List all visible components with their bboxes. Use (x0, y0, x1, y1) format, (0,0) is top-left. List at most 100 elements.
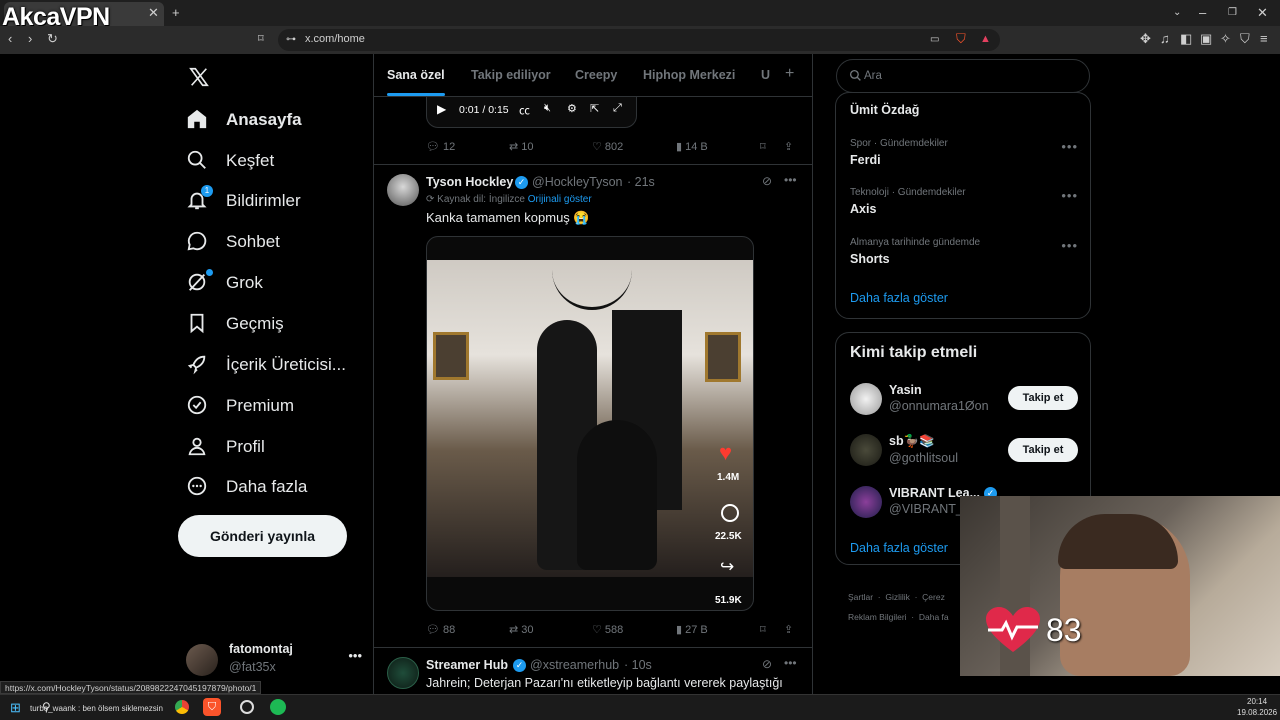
obs-icon[interactable] (240, 700, 254, 714)
heart-icon[interactable]: ♥ (719, 440, 732, 466)
tab-u[interactable]: U (761, 68, 770, 82)
url-field[interactable]: ⊶ x.com/home ▭ ⛉ ▲ (278, 29, 1000, 51)
views-button[interactable]: ▮ 27 B (676, 623, 708, 636)
tweet-author-handle[interactable]: @HockleyTyson (532, 175, 623, 189)
footer-link[interactable]: Şartlar (848, 592, 873, 602)
footer-link[interactable]: Gizlilik (885, 592, 910, 602)
bookmark-page-icon[interactable]: ⌑ (258, 32, 264, 46)
cast-icon[interactable]: ▭ (930, 33, 939, 47)
settings-icon[interactable]: ⚙ (567, 102, 577, 115)
tab-for-you[interactable]: Sana özel (387, 68, 445, 82)
brave-shield-icon[interactable]: ⛉ (956, 32, 966, 46)
nav-profile[interactable]: Profil (186, 430, 265, 464)
nav-grok[interactable]: Grok (186, 266, 263, 300)
nav-chat[interactable]: Sohbet (186, 225, 280, 259)
extensions-icon[interactable]: ✥ (1140, 32, 1151, 46)
views-button[interactable]: ▮ 14 B (676, 140, 708, 153)
share-arrow-icon[interactable]: ↪ (720, 557, 734, 577)
chevron-down-icon[interactable]: ⌄ (1173, 6, 1181, 20)
nav-bookmarks[interactable]: Geçmiş (186, 307, 284, 341)
leo-icon[interactable]: ✧ (1220, 32, 1231, 46)
site-info-icon[interactable]: ⊶ (286, 33, 296, 47)
grok-explain-icon[interactable]: ⊘ (762, 174, 772, 188)
account-switcher[interactable]: fatomontaj @fat35x ••• (186, 640, 362, 680)
brave-rewards-icon[interactable]: ▲ (980, 32, 991, 46)
tweet-media[interactable]: ♥ 1.4M 22.5K ↪ 51.9K (426, 236, 754, 611)
show-original-link[interactable]: Orijinali göster (528, 194, 592, 205)
repost-button[interactable]: ⇄ 30 (509, 623, 534, 636)
follow-name[interactable]: sb🦆📚 (889, 434, 935, 449)
nav-more[interactable]: Daha fazla (186, 470, 307, 504)
more-dots-icon[interactable]: ••• (348, 648, 362, 663)
show-more-link[interactable]: Daha fazla göster (850, 541, 948, 555)
tweet-author-name[interactable]: Streamer Hub (426, 658, 508, 672)
sidebar-icon[interactable]: ◧ (1180, 32, 1192, 46)
footer-link[interactable]: Reklam Bilgileri (848, 612, 907, 622)
fullscreen-icon[interactable]: ⤢ (613, 102, 622, 115)
tweet-time[interactable]: · 21s (627, 175, 655, 189)
tab-following[interactable]: Takip ediliyor (471, 68, 551, 82)
nav-home[interactable]: Anasayfa (186, 103, 302, 137)
forward-icon[interactable]: › (28, 32, 32, 46)
more-dots-icon[interactable]: ••• (1061, 238, 1078, 253)
follow-button[interactable]: Takip et (1008, 438, 1078, 462)
footer-link[interactable]: Daha fa (919, 612, 949, 622)
tweet[interactable]: Streamer Hub ✓ @xstreamerhub · 10s ⊘ •••… (374, 648, 812, 694)
like-button[interactable]: ♡ 588 (592, 623, 623, 636)
close-tab-icon[interactable]: ✕ (148, 6, 159, 20)
add-tab-icon[interactable]: + (785, 65, 794, 83)
more-dots-icon[interactable]: ••• (1061, 188, 1078, 203)
post-button[interactable]: Gönderi yayınla (178, 515, 347, 557)
follow-button[interactable]: Takip et (1008, 386, 1078, 410)
tab-creepy[interactable]: Creepy (575, 68, 617, 82)
mute-icon[interactable]: 🔇︎ (544, 102, 551, 115)
like-button[interactable]: ♡ 802 (592, 140, 623, 153)
close-window-icon[interactable]: ✕ (1257, 6, 1268, 20)
trend-name[interactable]: Ümit Özdağ (850, 103, 919, 117)
nav-creator[interactable]: İçerik Üreticisi... (186, 348, 346, 382)
reply-button[interactable]: 💬︎ 88 (426, 623, 455, 636)
back-icon[interactable]: ‹ (8, 32, 12, 46)
trend-name[interactable]: Shorts (850, 252, 890, 266)
tweet-time[interactable]: · 10s (624, 658, 652, 672)
vpn-icon[interactable]: ⛉ (1240, 32, 1250, 46)
captions-icon[interactable]: ㏄ (519, 102, 530, 118)
x-logo-icon[interactable] (188, 66, 212, 90)
grok-explain-icon[interactable]: ⊘ (762, 657, 772, 671)
comment-bubble-icon[interactable] (721, 504, 739, 522)
spotify-icon[interactable] (270, 699, 286, 715)
reload-icon[interactable]: ↻ (47, 32, 58, 46)
pip-icon[interactable]: ⇱ (590, 102, 599, 115)
follow-handle[interactable]: @VIBRANT_L (889, 502, 970, 516)
show-more-link[interactable]: Daha fazla göster (850, 291, 948, 305)
share-icon[interactable]: ⇪ (784, 140, 793, 153)
nav-notifications[interactable]: 1 Bildirimler (186, 184, 301, 218)
more-dots-icon[interactable]: ••• (1061, 139, 1078, 154)
chrome-icon[interactable] (175, 700, 189, 714)
media-icon[interactable]: ♫ (1160, 32, 1170, 46)
follow-handle[interactable]: @onnumara1Øon (889, 399, 989, 413)
footer-link[interactable]: Çerez (922, 592, 945, 602)
trend-name[interactable]: Axis (850, 202, 876, 216)
menu-icon[interactable]: ≡ (1260, 32, 1268, 46)
tweet-author-name[interactable]: Tyson Hockley (426, 175, 513, 189)
brave-icon[interactable]: ⛉ (203, 698, 221, 716)
windows-start-icon[interactable]: ⊞ (10, 700, 21, 716)
more-dots-icon[interactable]: ••• (784, 173, 797, 187)
trend-name[interactable]: Ferdi (850, 153, 881, 167)
follow-handle[interactable]: @gothlitsoul (889, 451, 958, 465)
more-dots-icon[interactable]: ••• (784, 656, 797, 670)
share-icon[interactable]: ⇪ (784, 623, 793, 636)
repost-button[interactable]: ⇄ 10 (509, 140, 534, 153)
video-player-controls[interactable]: ▶ 0:01 / 0:15 ㏄ 🔇︎ ⚙ ⇱ ⤢ (426, 94, 637, 128)
nav-explore[interactable]: Keşfet (186, 144, 274, 178)
nav-premium[interactable]: Premium (186, 389, 294, 423)
play-icon[interactable]: ▶ (437, 102, 446, 116)
search-input[interactable]: Ara (836, 59, 1090, 93)
tweet-author-handle[interactable]: @xstreamerhub (530, 658, 619, 672)
wallet-icon[interactable]: ▣ (1200, 32, 1212, 46)
bookmark-icon[interactable]: ⌑ (760, 140, 766, 153)
reply-button[interactable]: 💬︎ 12 (426, 140, 455, 153)
bookmark-icon[interactable]: ⌑ (760, 623, 766, 636)
follow-name[interactable]: Yasin (889, 383, 922, 397)
